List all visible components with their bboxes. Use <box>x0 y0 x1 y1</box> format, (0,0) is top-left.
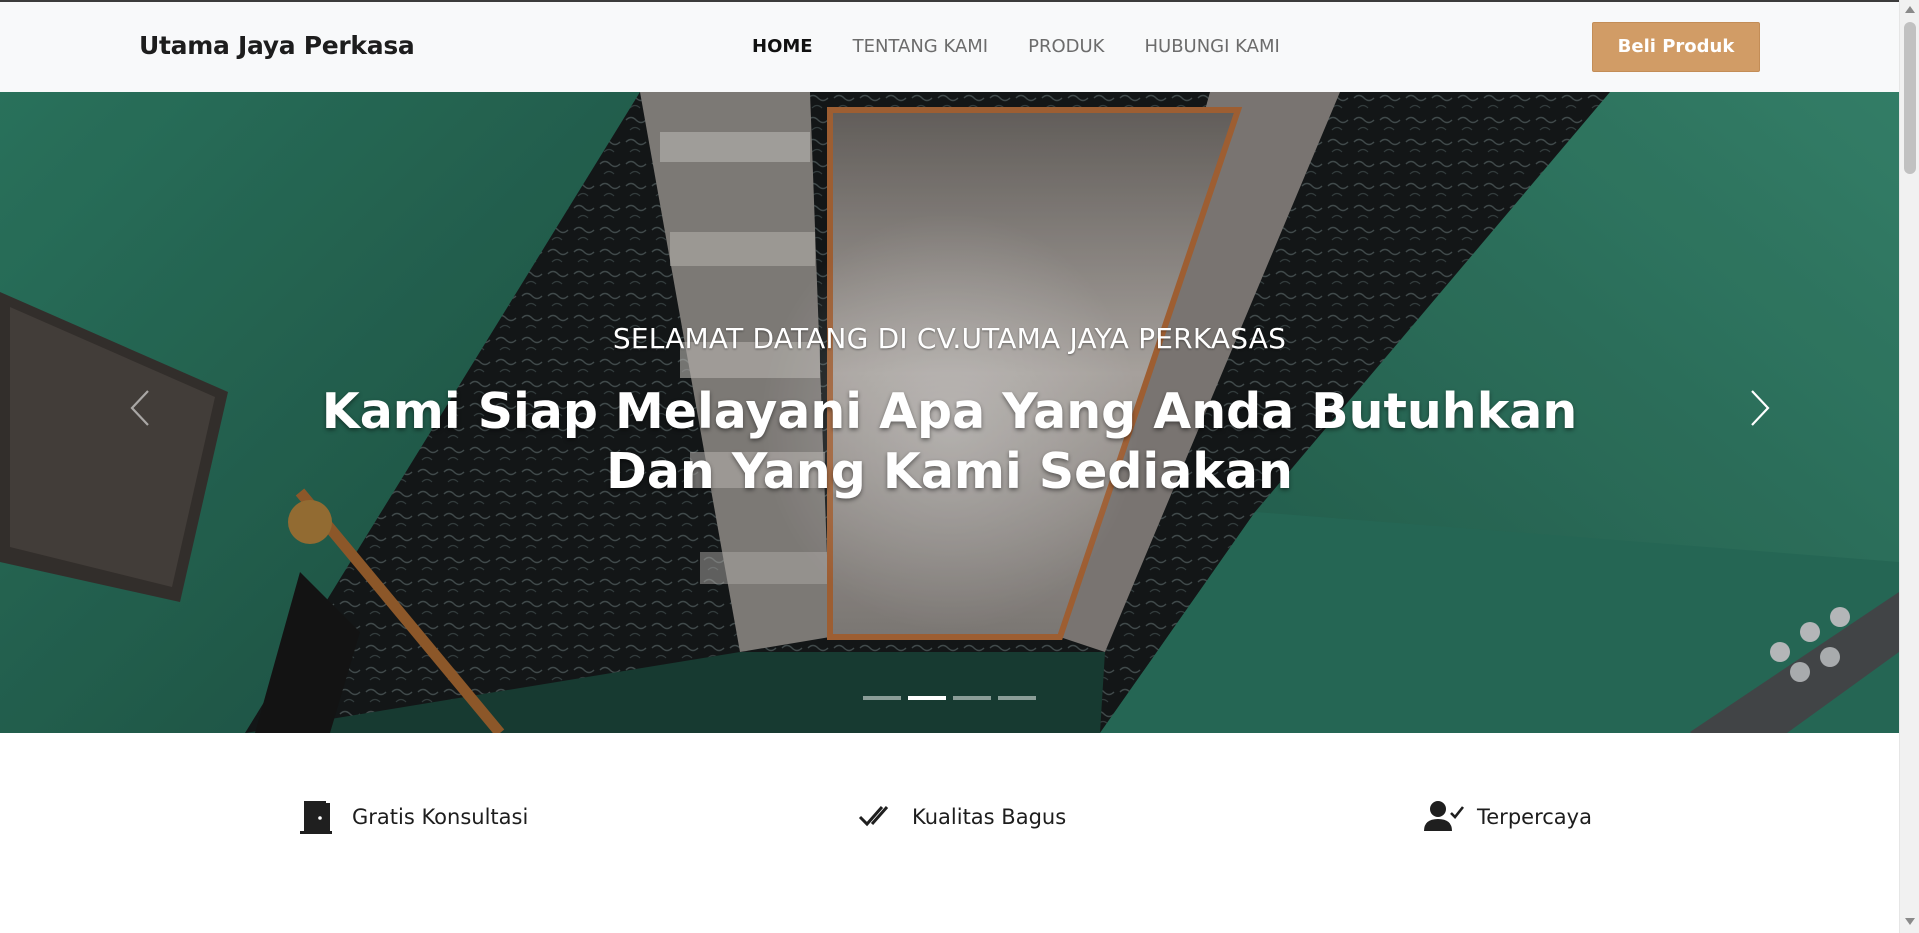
scroll-up-arrow-icon[interactable] <box>1905 6 1915 13</box>
nav-link-home[interactable]: HOME <box>752 36 813 57</box>
carousel-indicator-4[interactable] <box>998 696 1036 700</box>
hero-headline: Kami Siap Melayani Apa Yang Anda Butuhka… <box>321 383 1578 500</box>
page-scrollbar[interactable] <box>1899 0 1919 933</box>
carousel-indicator-1[interactable] <box>863 696 901 700</box>
double-check-icon <box>858 806 889 827</box>
nav-link-produk[interactable]: PRODUK <box>1028 36 1104 57</box>
door-icon <box>300 801 332 834</box>
carousel-indicators <box>863 696 1043 700</box>
nav-link-hubungi-kami[interactable]: HUBUNGI KAMI <box>1144 36 1279 57</box>
feature-label: Kualitas Bagus <box>912 805 1067 829</box>
scroll-down-arrow-icon[interactable] <box>1905 918 1915 925</box>
scrollbar-thumb[interactable] <box>1904 22 1916 174</box>
chevron-right-icon <box>1751 390 1770 426</box>
carousel-caption: SELAMAT DATANG DI CV.UTAMA JAYA PERKASAS… <box>0 92 1899 733</box>
feature-kualitas-bagus: Kualitas Bagus <box>858 799 1066 835</box>
hero-welcome-text: SELAMAT DATANG DI CV.UTAMA JAYA PERKASAS <box>612 322 1287 355</box>
carousel-next-button[interactable] <box>1738 388 1778 428</box>
buy-product-button[interactable]: Beli Produk <box>1592 22 1760 72</box>
feature-terpercaya: Terpercaya <box>1423 799 1592 835</box>
carousel-indicator-2[interactable] <box>908 696 946 700</box>
features-section: Gratis Konsultasi Kualitas Bagus Terperc… <box>0 733 1899 933</box>
navbar: Utama Jaya Perkasa HOME TENTANG KAMI PRO… <box>0 2 1899 92</box>
nav-link-tentang-kami[interactable]: TENTANG KAMI <box>853 36 989 57</box>
brand-logo-text[interactable]: Utama Jaya Perkasa <box>139 31 415 60</box>
user-check-icon <box>1424 801 1465 831</box>
main-nav: HOME TENTANG KAMI PRODUK HUBUNGI KAMI <box>752 36 1320 57</box>
carousel-prev-button[interactable] <box>122 388 162 428</box>
hero-carousel: SELAMAT DATANG DI CV.UTAMA JAYA PERKASAS… <box>0 92 1899 733</box>
feature-label: Gratis Konsultasi <box>352 805 529 829</box>
feature-gratis-konsultasi: Gratis Konsultasi <box>298 799 528 835</box>
carousel-indicator-3[interactable] <box>953 696 991 700</box>
chevron-left-icon <box>130 390 149 426</box>
feature-label: Terpercaya <box>1477 805 1592 829</box>
